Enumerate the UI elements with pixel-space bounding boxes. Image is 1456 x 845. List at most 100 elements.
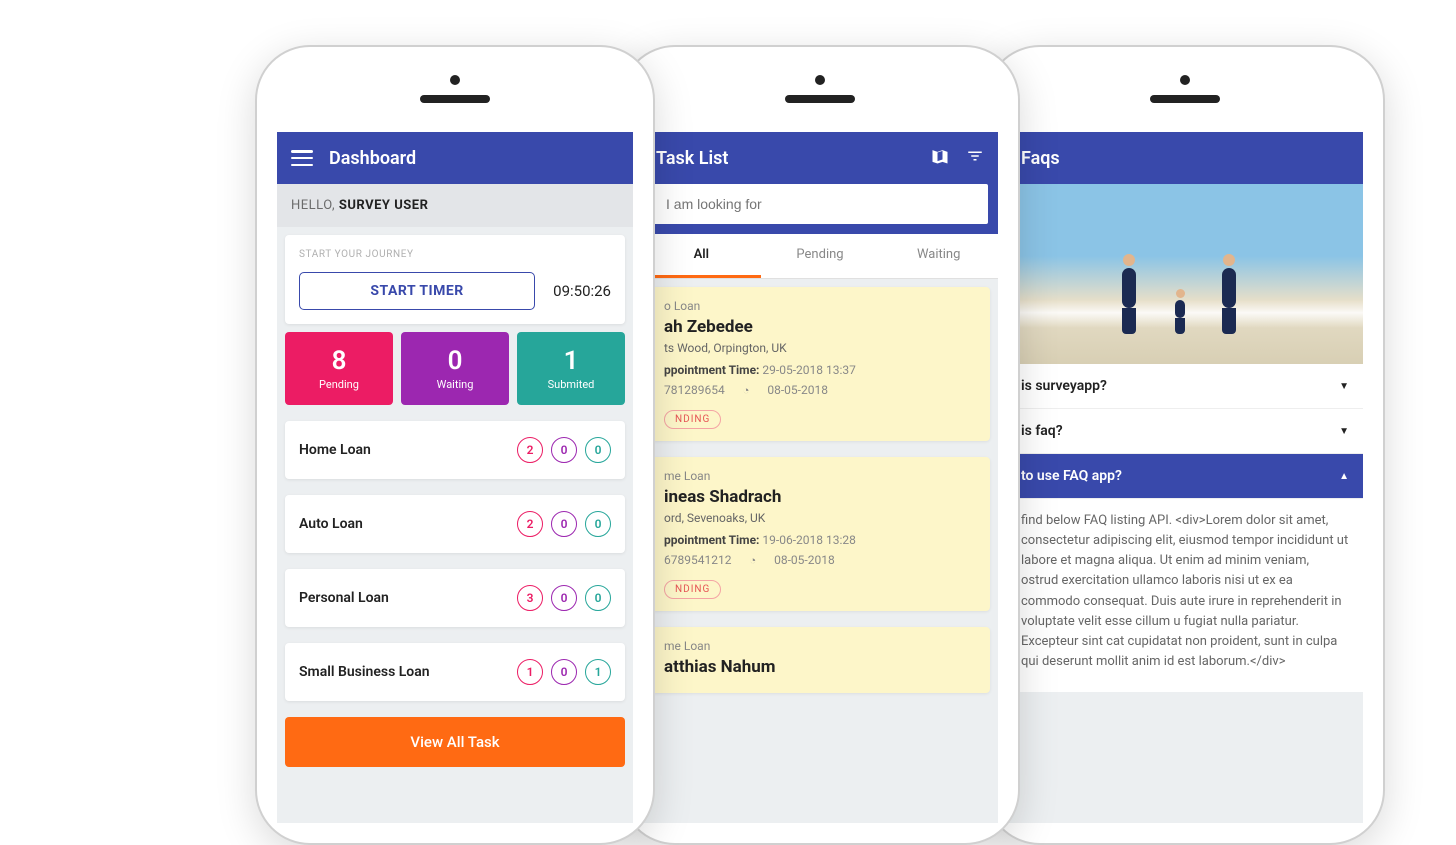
badge-waiting: 0 [551, 585, 577, 611]
phone-tasklist: Task List All Pending Waiting o Loan ah … [620, 45, 1020, 845]
appbar: Faqs [1007, 132, 1363, 184]
task-card[interactable]: me Loan ineas Shadrach ord, Sevenoaks, U… [650, 457, 990, 611]
badge-submitted: 1 [585, 659, 611, 685]
task-name: atthias Nahum [664, 657, 976, 677]
tab-waiting[interactable]: Waiting [879, 234, 998, 278]
stat-waiting[interactable]: 0 Waiting [401, 332, 509, 405]
stats-row: 8 Pending 0 Waiting 1 Submited [277, 332, 633, 405]
task-card[interactable]: o Loan ah Zebedee ts Wood, Orpington, UK… [650, 287, 990, 441]
hero-image [1007, 184, 1363, 364]
greeting-name: SURVEY USER [339, 198, 429, 213]
task-type: o Loan [664, 299, 976, 313]
badge-submitted: 0 [585, 437, 611, 463]
stat-number: 1 [521, 346, 621, 376]
appbar-title: Task List [656, 148, 914, 169]
timer-value: 09:50:26 [553, 282, 611, 300]
task-name: ineas Shadrach [664, 487, 976, 507]
badge-pending: 2 [517, 437, 543, 463]
view-all-tasks-button[interactable]: View All Task [285, 717, 625, 767]
screen: Task List All Pending Waiting o Loan ah … [642, 132, 998, 823]
task-name: ah Zebedee [664, 317, 976, 337]
loan-badges: 2 0 0 [517, 437, 611, 463]
clock-icon: ◔ [749, 554, 756, 567]
chevron-up-icon: ▲ [1339, 471, 1349, 482]
greeting: HELLO, SURVEY USER [277, 184, 633, 227]
task-type: me Loan [664, 639, 976, 653]
stat-submitted[interactable]: 1 Submited [517, 332, 625, 405]
loan-row[interactable]: Small Business Loan 1 0 1 [285, 643, 625, 701]
badge-pending: 3 [517, 585, 543, 611]
loan-name: Personal Loan [299, 590, 389, 606]
task-type: me Loan [664, 469, 976, 483]
journey-card: START YOUR JOURNEY START TIMER 09:50:26 [285, 235, 625, 324]
loan-row[interactable]: Auto Loan 2 0 0 [285, 495, 625, 553]
loan-badges: 2 0 0 [517, 511, 611, 537]
map-icon[interactable] [930, 146, 950, 171]
menu-icon[interactable] [291, 150, 313, 166]
search-bar [642, 184, 998, 234]
loan-name: Home Loan [299, 442, 371, 458]
badge-pending: 2 [517, 511, 543, 537]
status-badge: NDING [664, 580, 721, 599]
task-appointment: ppointment Time: 29-05-2018 13:37 [664, 363, 976, 377]
loan-row[interactable]: Personal Loan 3 0 0 [285, 569, 625, 627]
badge-pending: 1 [517, 659, 543, 685]
task-card[interactable]: me Loan atthias Nahum [650, 627, 990, 693]
loan-row[interactable]: Home Loan 2 0 0 [285, 421, 625, 479]
person-icon [1175, 289, 1185, 334]
task-date: 08-05-2018 [767, 383, 828, 397]
clock-icon: ◔ [743, 384, 750, 397]
person-icon [1122, 254, 1136, 334]
chevron-down-icon: ▼ [1339, 426, 1349, 437]
badge-submitted: 0 [585, 511, 611, 537]
faq-question: to use FAQ app? [1021, 468, 1122, 484]
badge-waiting: 0 [551, 511, 577, 537]
badge-submitted: 0 [585, 585, 611, 611]
screen: Dashboard HELLO, SURVEY USER START YOUR … [277, 132, 633, 823]
badge-waiting: 0 [551, 437, 577, 463]
person-icon [1222, 254, 1236, 334]
task-phone: 781289654 [664, 383, 725, 397]
filter-icon[interactable] [966, 147, 984, 170]
stat-label: Pending [289, 378, 389, 391]
badge-waiting: 0 [551, 659, 577, 685]
faq-question: is faq? [1021, 423, 1063, 439]
stat-label: Waiting [405, 378, 505, 391]
journey-label: START YOUR JOURNEY [299, 249, 611, 260]
loan-name: Auto Loan [299, 516, 363, 532]
start-timer-button[interactable]: START TIMER [299, 272, 535, 310]
task-date: 08-05-2018 [774, 553, 835, 567]
appbar: Task List [642, 132, 998, 184]
phone-dashboard: Dashboard HELLO, SURVEY USER START YOUR … [255, 45, 655, 845]
appt-label: ppointment Time: [664, 533, 759, 547]
task-location: ts Wood, Orpington, UK [664, 341, 976, 355]
appbar: Dashboard [277, 132, 633, 184]
task-location: ord, Sevenoaks, UK [664, 511, 976, 525]
status-badge: NDING [664, 410, 721, 429]
appt-value: 19-06-2018 13:28 [762, 533, 855, 547]
chevron-down-icon: ▼ [1339, 381, 1349, 392]
appt-label: ppointment Time: [664, 363, 759, 377]
stat-pending[interactable]: 8 Pending [285, 332, 393, 405]
task-meta: 6789541212 ◔ 08-05-2018 [664, 553, 976, 567]
tab-all[interactable]: All [642, 234, 761, 278]
appt-value: 29-05-2018 13:37 [762, 363, 855, 377]
task-appointment: ppointment Time: 19-06-2018 13:28 [664, 533, 976, 547]
faq-question: is surveyapp? [1021, 378, 1107, 394]
phone-faqs: Faqs is surveyapp? ▼ is faq? ▼ to use FA… [985, 45, 1385, 845]
faq-item[interactable]: is faq? ▼ [1007, 409, 1363, 454]
faq-answer: find below FAQ listing API. <div>Lorem d… [1007, 499, 1363, 692]
task-meta: 781289654 ◔ 08-05-2018 [664, 383, 976, 397]
tab-pending[interactable]: Pending [761, 234, 880, 278]
loan-name: Small Business Loan [299, 664, 430, 680]
screen: Faqs is surveyapp? ▼ is faq? ▼ to use FA… [1007, 132, 1363, 823]
tabs: All Pending Waiting [642, 234, 998, 279]
stat-number: 0 [405, 346, 505, 376]
faq-item[interactable]: is surveyapp? ▼ [1007, 364, 1363, 409]
stat-number: 8 [289, 346, 389, 376]
faq-item-active[interactable]: to use FAQ app? ▲ [1007, 454, 1363, 499]
task-phone: 6789541212 [664, 553, 731, 567]
appbar-title: Faqs [1021, 148, 1349, 169]
search-input[interactable] [652, 184, 988, 224]
greeting-prefix: HELLO, [291, 198, 339, 213]
